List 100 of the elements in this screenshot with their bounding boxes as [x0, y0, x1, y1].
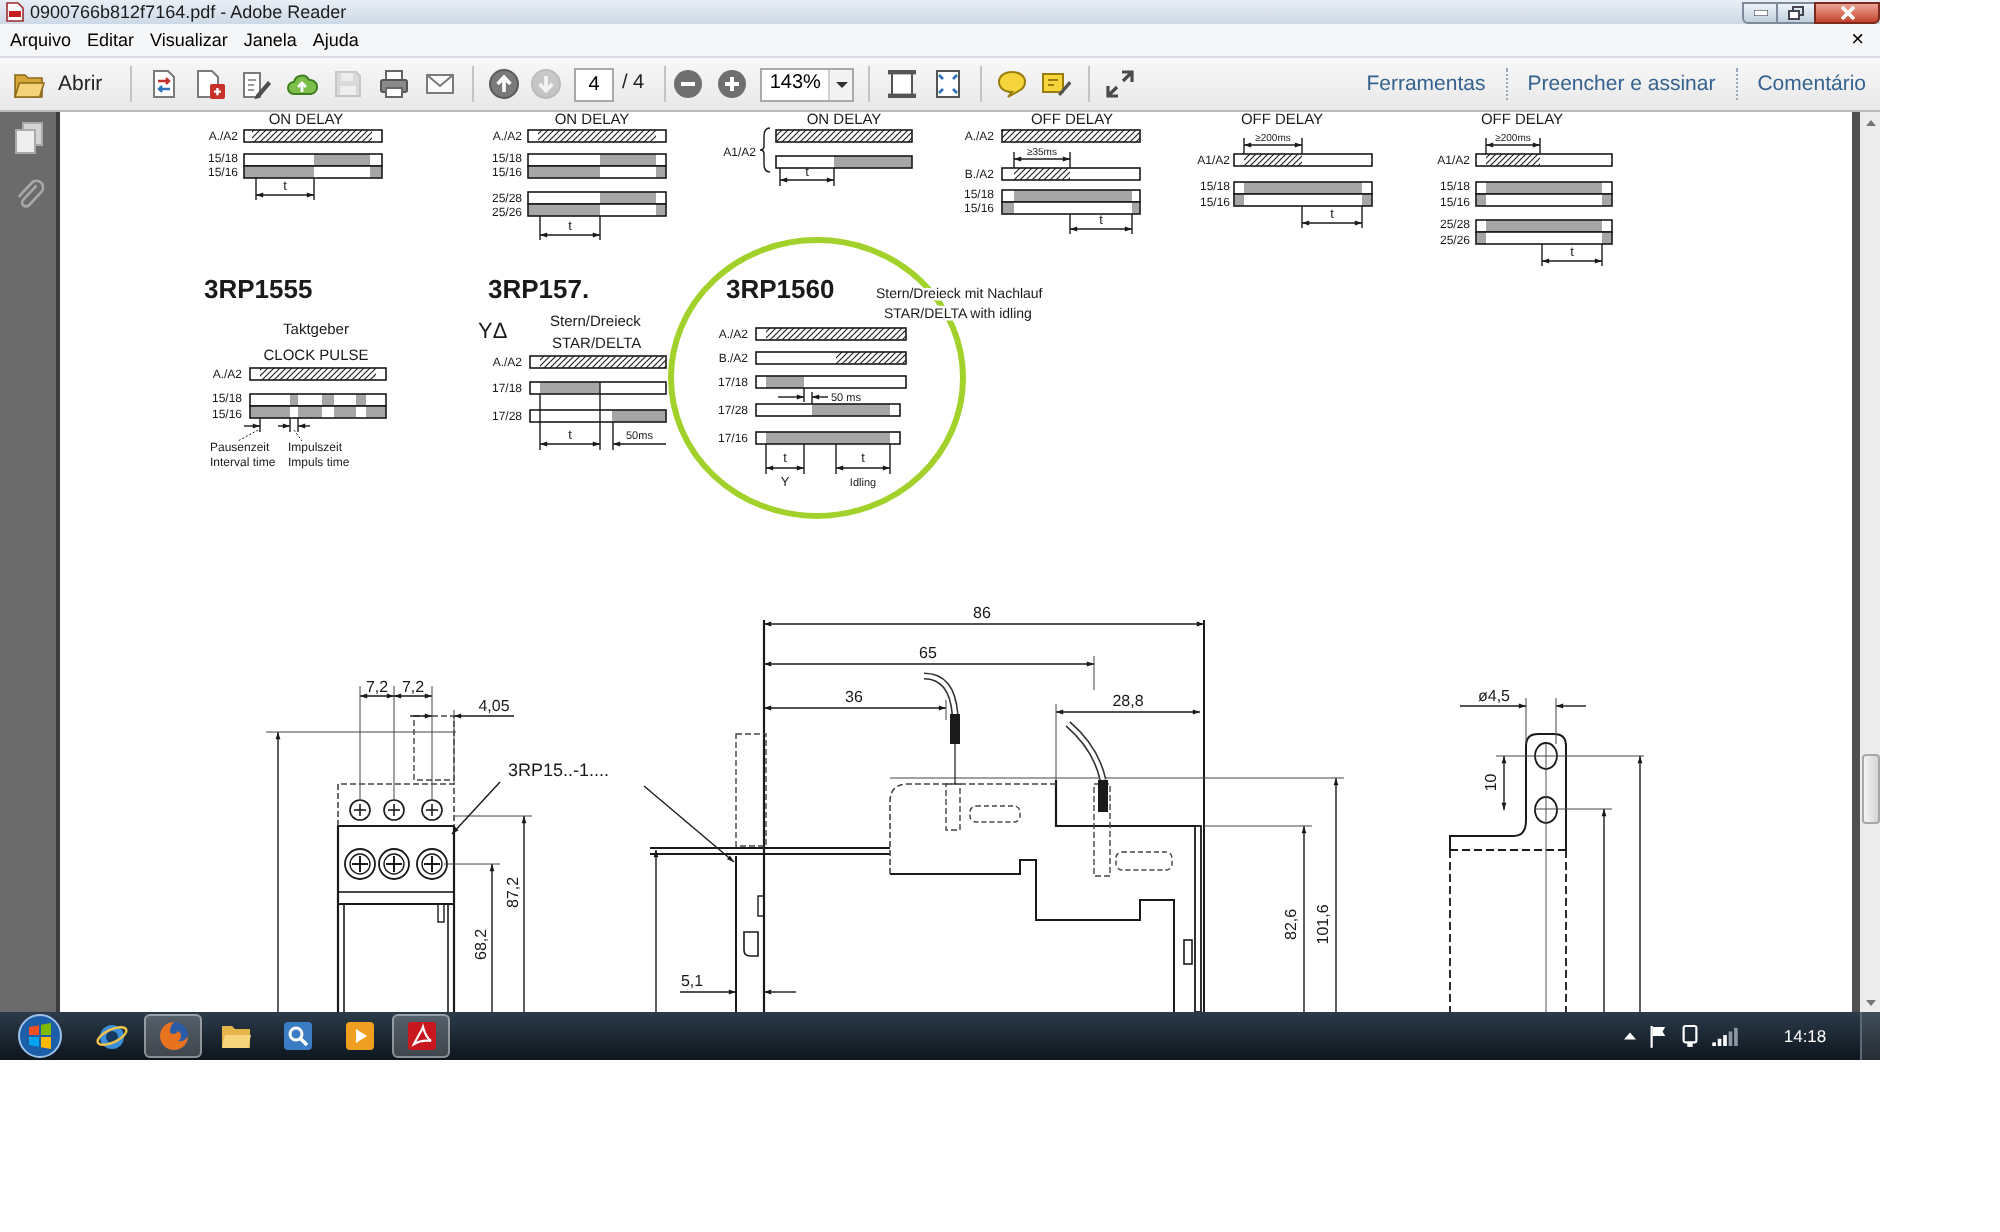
brace-icon: [759, 127, 771, 173]
zoom-field[interactable]: 143%: [760, 67, 855, 101]
swirl-tile-icon: [405, 1020, 437, 1052]
document-badge-icon: [193, 68, 225, 100]
signal-bar: [527, 129, 667, 143]
menu-item[interactable]: Visualizar: [142, 31, 236, 49]
dimension-arrow: [811, 391, 829, 405]
signal-bar: [1001, 129, 1141, 143]
time-span-arrow: [1541, 243, 1603, 267]
ringed-globe-icon: [95, 1020, 127, 1052]
dimension-label: 65: [919, 644, 937, 662]
dimension-label: 4,05: [478, 697, 510, 715]
time-span-arrow: [255, 177, 315, 201]
scroll-thumb[interactable]: [1861, 754, 1879, 824]
star-delta-symbol: YΔ: [478, 320, 508, 344]
leader-line: [237, 429, 259, 442]
start-button[interactable]: [17, 1013, 63, 1059]
dimension-label: 7,2: [401, 678, 425, 696]
play-tile-icon: [343, 1020, 375, 1052]
time-span-arrow: [1485, 137, 1541, 155]
page-bars-icon: [885, 68, 918, 100]
caret-down-icon: [835, 81, 848, 87]
dimension-label: 10: [1481, 773, 1500, 792]
dimension-arrow: [763, 989, 797, 995]
time-span-arrow: [539, 381, 601, 451]
open-button[interactable]: Abrir: [8, 62, 112, 106]
model-number: 3RP1555: [204, 274, 313, 304]
arrow-up-icon: [487, 68, 519, 100]
dimension-label: ø4,5: [1478, 687, 1510, 705]
flag-icon[interactable]: [1648, 1024, 1668, 1048]
windows-logo-icon: [18, 1014, 62, 1058]
dimension-label: 68,2: [471, 928, 490, 960]
pages-icon[interactable]: [13, 122, 43, 154]
page-count: / 4: [622, 74, 645, 94]
dimension-arrow: [612, 421, 667, 451]
part-number-label: 3RP15..-1....: [508, 760, 610, 780]
dimension-arrow: [297, 417, 311, 433]
dimension-label: 82,6: [1281, 908, 1300, 940]
expand-arrows-icon: [1104, 68, 1137, 100]
magnifier-tile-icon: [281, 1020, 313, 1052]
menu-item[interactable]: Janela: [235, 31, 305, 49]
signal-bar: [1475, 153, 1613, 167]
device-icon[interactable]: [1680, 1024, 1700, 1048]
signal-bar: [529, 381, 667, 395]
signal-icon[interactable]: [1711, 1026, 1737, 1046]
minus-circle-icon: [672, 68, 705, 100]
dimension-arrow: [679, 989, 737, 995]
page-corners-icon: [931, 68, 964, 100]
model-number: 3RP157.: [488, 274, 590, 304]
zoom-value: 143%: [767, 74, 823, 94]
page-number-field[interactable]: 4: [574, 67, 614, 101]
globe-icon: [157, 1020, 189, 1052]
signal-bar: [775, 129, 913, 143]
dimension-label: 87,2: [503, 876, 522, 908]
plus-circle-icon: [716, 68, 749, 100]
signal-bar: [775, 155, 913, 169]
signal-bar: [1001, 167, 1141, 181]
signal-bar: [1233, 153, 1373, 167]
signal-bar: [249, 367, 387, 381]
close-document-button[interactable]: ×: [1851, 29, 1864, 51]
taskbar-button[interactable]: [392, 1014, 450, 1058]
restore-icon: [1788, 5, 1804, 19]
panel-link[interactable]: Ferramentas: [1358, 62, 1506, 106]
zoom-dropdown-button[interactable]: [828, 69, 853, 99]
menu-item[interactable]: Editar: [79, 31, 143, 49]
clock-time[interactable]: 14:18: [1776, 1027, 1834, 1045]
folder-icon: [219, 1020, 251, 1052]
dimension-label: 36: [845, 688, 863, 706]
signal-bar: [529, 355, 667, 369]
callout-arrow: [451, 781, 501, 835]
note-pencil-icon: [1040, 68, 1073, 100]
model-number: 3RP1560: [726, 274, 835, 304]
arrow-down-icon: [529, 68, 561, 100]
time-span-arrow: [1069, 213, 1133, 235]
menu-item[interactable]: Arquivo: [2, 31, 80, 49]
dimension-label: 101,6: [1313, 904, 1332, 945]
envelope-icon: [423, 68, 455, 100]
menu-item[interactable]: Ajuda: [304, 31, 367, 49]
scroll-bar[interactable]: [1860, 112, 1880, 1012]
maximize-button[interactable]: [1778, 1, 1814, 23]
time-span-arrow: [1013, 151, 1071, 169]
time-span-arrow: [835, 443, 891, 475]
window-title: 0900766b812f7164.pdf - Adobe Reader: [30, 3, 347, 21]
printer-icon: [377, 68, 409, 100]
panel-link[interactable]: Comentário: [1737, 62, 1880, 106]
panel-link[interactable]: Preencher e assinar: [1507, 62, 1736, 106]
dimension-arrow: [277, 417, 291, 433]
close-button[interactable]: [1814, 1, 1880, 23]
dimension-label: 86: [973, 604, 991, 622]
signal-bar: [243, 129, 383, 143]
document-pencil-icon: [239, 68, 271, 100]
show-desktop-button[interactable]: [1860, 1012, 1880, 1060]
folder-icon: [12, 69, 46, 99]
paperclip-icon[interactable]: [13, 178, 43, 210]
caret-down-icon: [1865, 999, 1875, 1005]
dimension-label: 5,1: [680, 972, 704, 990]
caret-up-icon: [1865, 119, 1875, 125]
dimension-label: 28,8: [1112, 692, 1144, 710]
dimension-arrow: [243, 417, 261, 433]
time-span-arrow: [1301, 205, 1363, 229]
